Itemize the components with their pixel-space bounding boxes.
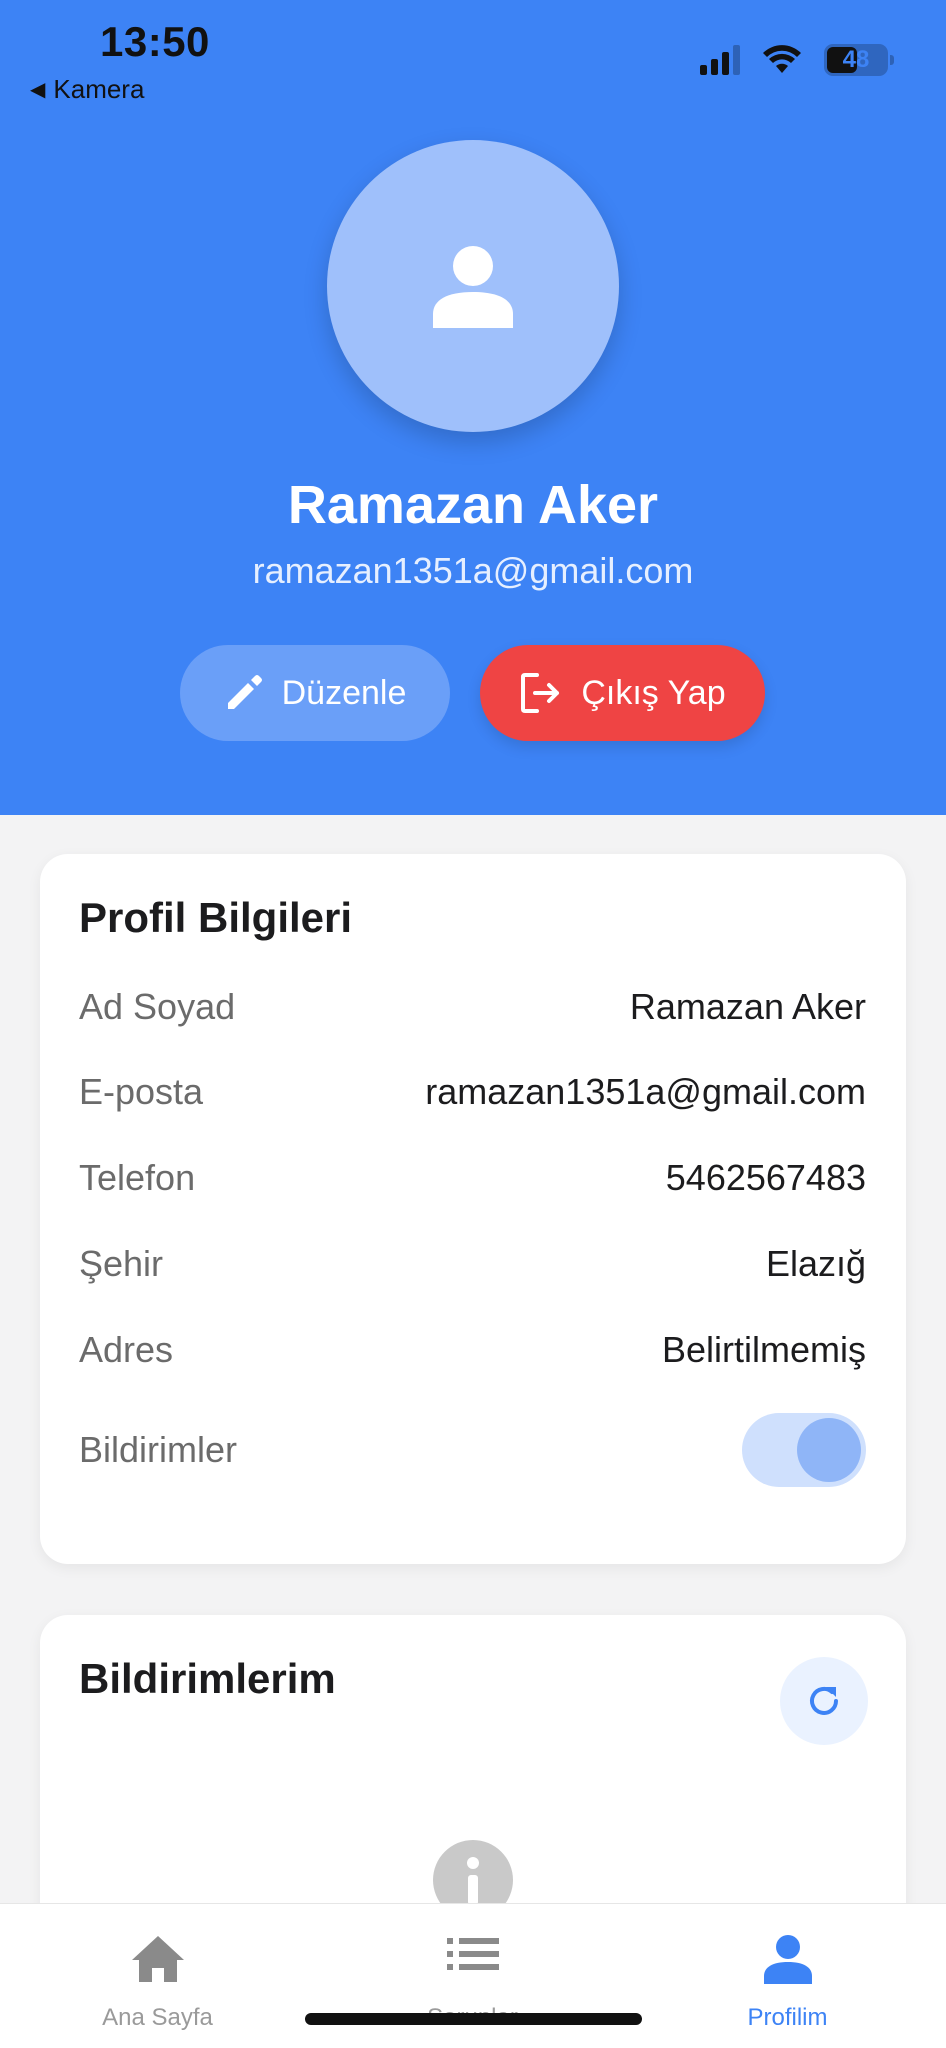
profile-info-card: Profil Bilgileri Ad Soyad Ramazan Aker E… [40,854,906,1564]
cellular-signal-icon [700,45,740,75]
nav-item-profile[interactable]: Profilim [630,1904,945,2048]
back-app-label: Kamera [53,74,145,104]
info-row-name: Ad Soyad Ramazan Aker [79,977,866,1037]
logout-button[interactable]: Çıkış Yap [480,645,765,741]
info-label: Şehir [79,1243,164,1284]
home-indicator [305,2013,642,2025]
info-value: 5462567483 [665,1157,866,1198]
info-label: Ad Soyad [79,986,236,1027]
profile-email: ramazan1351a@gmail.com [252,550,694,591]
profile-screen: 13:50 ◀ Kamera 48 Ramazan Aker ramazan13… [0,0,946,2048]
edit-profile-button[interactable]: Düzenle [180,645,450,741]
nav-label-home: Ana Sayfa [102,2004,213,2031]
logout-icon [521,673,560,713]
info-row-email: E-posta ramazan1351a@gmail.com [79,1062,866,1122]
person-icon [433,246,513,328]
info-label: Telefon [79,1157,196,1198]
nav-item-home[interactable]: Ana Sayfa [0,1904,315,2048]
refresh-icon [810,1686,838,1715]
battery-icon: 48 [824,44,894,76]
back-to-app-link[interactable]: ◀ Kamera [30,74,144,105]
back-triangle-icon: ◀ [30,79,46,101]
person-icon [763,1935,812,1984]
notifications-toggle[interactable] [742,1413,866,1487]
home-icon [131,1936,184,1982]
info-row-address: Adres Belirtilmemiş [79,1320,866,1380]
info-value: ramazan1351a@gmail.com [425,1071,866,1112]
info-value: Elazığ [765,1243,866,1284]
avatar[interactable] [327,140,619,432]
wifi-icon [763,45,801,73]
edit-button-label: Düzenle [281,673,407,712]
nav-item-issues[interactable]: Sorunlar [315,1904,630,2048]
info-value: Ramazan Aker [629,986,866,1027]
notifications-title: Bildirimlerim [79,1655,336,1702]
pencil-icon [227,675,262,709]
profile-info-title: Profil Bilgileri [79,894,353,941]
nav-label-profile: Profilim [747,2004,828,2031]
refresh-button[interactable] [780,1657,868,1745]
info-row-notifications: Bildirimler [79,1410,866,1490]
status-indicators: 48 [700,44,894,76]
list-icon [446,1938,499,1970]
info-label: Adres [79,1329,174,1370]
bottom-nav: Ana Sayfa Sorunlar Profilim [0,1903,946,2048]
info-row-city: Şehir Elazığ [79,1234,866,1294]
info-value: Belirtilmemiş [661,1329,866,1370]
battery-level: 48 [842,46,870,73]
logout-button-label: Çıkış Yap [581,673,726,712]
profile-name: Ramazan Aker [287,475,659,535]
status-time: 13:50 [100,18,210,65]
profile-header: 13:50 ◀ Kamera 48 Ramazan Aker ramazan13… [0,0,946,815]
info-label: E-posta [79,1071,204,1112]
notifications-label: Bildirimler [79,1429,238,1470]
info-row-phone: Telefon 5462567483 [79,1148,866,1208]
toggle-knob [797,1418,861,1482]
